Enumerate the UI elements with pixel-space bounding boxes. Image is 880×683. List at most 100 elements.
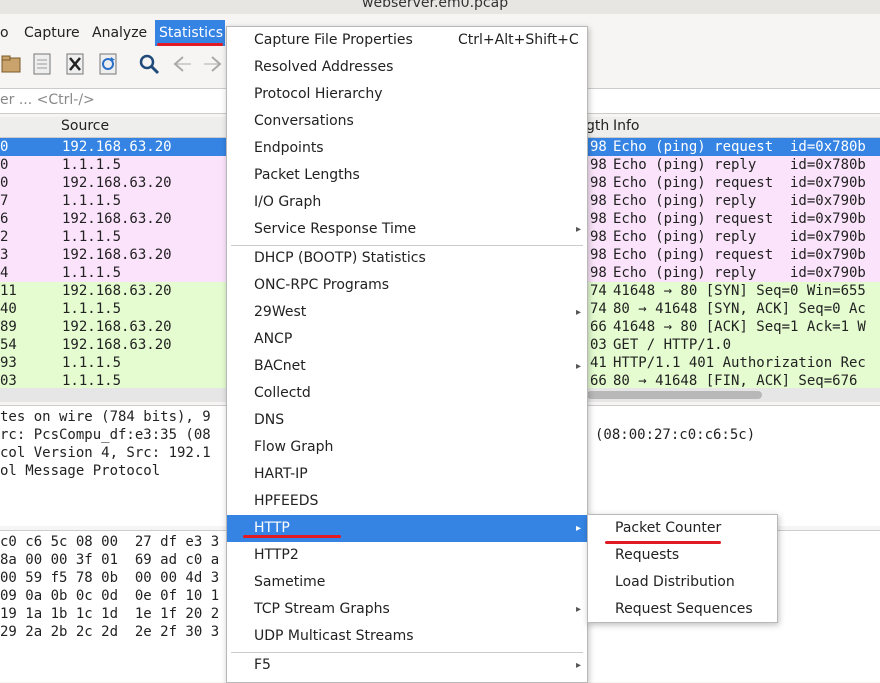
packet-number: 93 [0, 355, 17, 371]
menu-item-tcp-stream-graphs[interactable]: TCP Stream Graphs ▸ [227, 596, 587, 623]
menu-item-resolved-addresses[interactable]: Resolved Addresses [227, 54, 587, 81]
submenu-item-packet-counter[interactable]: Packet Counter [588, 515, 777, 542]
submenu-item-requests[interactable]: Requests [588, 542, 777, 569]
menu-item-label: HART-IP [254, 466, 308, 482]
packet-info: Echo (ping) reply id=0x790b [613, 229, 866, 245]
packet-source: 192.168.63.20 [62, 319, 172, 335]
packet-info: Echo (ping) request id=0x780b [613, 139, 866, 155]
detail-ip[interactable]: col Version 4, Src: 192.1 [0, 444, 211, 462]
column-header-source[interactable]: Source [61, 118, 109, 134]
menu-item-http2[interactable]: HTTP2 [227, 542, 587, 569]
menu-item-protocol-hierarchy[interactable]: Protocol Hierarchy [227, 81, 587, 108]
menu-item-bacnet[interactable]: BACnet ▸ [227, 353, 587, 380]
submenu-item-load-distribution[interactable]: Load Distribution [588, 569, 777, 596]
column-header-length[interactable]: gth [586, 118, 609, 134]
packet-length: 03 [590, 337, 607, 353]
bytes-line: 8a 00 00 3f 01 69 ad c0 a [0, 552, 220, 568]
menu-item-label: Resolved Addresses [254, 59, 394, 75]
detail-icmp[interactable]: ol Message Protocol [0, 462, 160, 480]
menu-item-packet-lengths[interactable]: Packet Lengths [227, 162, 587, 189]
packet-source: 192.168.63.20 [62, 211, 172, 227]
detail-ethernet[interactable]: rc: PcsCompu_df:e3:35 (08 [0, 426, 211, 444]
detail-frame[interactable]: tes on wire (784 bits), 9 [0, 408, 211, 426]
menu-item-endpoints[interactable]: Endpoints [227, 135, 587, 162]
open-file-icon[interactable] [0, 52, 24, 76]
menu-item-label: DHCP (BOOTP) Statistics [254, 250, 426, 266]
packet-info: Echo (ping) reply id=0x790b [613, 193, 866, 209]
menu-item-label: DNS [254, 412, 285, 428]
packet-source: 1.1.1.5 [62, 265, 122, 281]
bytes-line: 19 1a 1b 1c 1d 1e 1f 20 2 [0, 606, 220, 622]
save-file-icon[interactable] [30, 52, 54, 76]
bytes-line: 00 59 f5 78 0b 00 00 4d 3 [0, 570, 220, 586]
menu-item-collectd[interactable]: Collectd [227, 380, 587, 407]
submenu-arrow-icon: ▸ [575, 307, 581, 318]
menu-item-ancp[interactable]: ANCP [227, 326, 587, 353]
submenu-arrow-icon: ▸ [575, 361, 581, 372]
packet-length: 41 [590, 355, 607, 371]
packet-length: 98 [590, 247, 607, 263]
packet-length: 98 [590, 157, 607, 173]
packet-length: 98 [590, 265, 607, 281]
menu-item-label: 29West [254, 304, 307, 320]
go-forward-icon[interactable] [202, 52, 226, 76]
annotation-underline-packet-counter [605, 541, 721, 544]
packet-info: Echo (ping) request id=0x790b [613, 247, 866, 263]
menu-item-label: Sametime [254, 574, 326, 590]
menu-item-shortcut: Ctrl+Alt+Shift+C [458, 32, 579, 48]
menu-item-hpfeeds[interactable]: HPFEEDS [227, 488, 587, 515]
menu-analyze[interactable]: Analyze [92, 20, 147, 46]
column-header-info[interactable]: Info [613, 118, 640, 134]
packet-number: 2 [0, 229, 9, 245]
find-packet-icon[interactable] [137, 52, 161, 76]
packet-info: HTTP/1.1 401 Authorization Rec [613, 355, 866, 371]
menu-item-f5[interactable]: F5 ▸ [227, 652, 587, 679]
scrollbar-thumb[interactable] [587, 391, 762, 399]
packet-source: 1.1.1.5 [62, 229, 122, 245]
menu-go[interactable]: o [0, 20, 9, 46]
http-submenu: Packet Counter Requests Load Distribution R… [587, 514, 778, 623]
packet-number: 54 [0, 337, 17, 353]
submenu-arrow-icon: ▸ [575, 604, 581, 615]
menu-item-label: Collectd [254, 385, 311, 401]
close-file-icon[interactable] [63, 52, 87, 76]
packet-source: 1.1.1.5 [62, 355, 122, 371]
go-back-icon[interactable] [169, 52, 193, 76]
packet-length: 66 [590, 319, 607, 335]
menu-item-service-response-time[interactable]: Service Response Time ▸ [227, 216, 587, 243]
packet-source: 1.1.1.5 [62, 193, 122, 209]
reload-icon[interactable] [96, 52, 120, 76]
menu-item-hart-ip[interactable]: HART-IP [227, 461, 587, 488]
packet-source: 192.168.63.20 [62, 139, 172, 155]
menu-item-i-o-graph[interactable]: I/O Graph [227, 189, 587, 216]
menu-item-udp-multicast-streams[interactable]: UDP Multicast Streams [227, 623, 587, 650]
packet-number: 3 [0, 247, 9, 263]
submenu-item-label: Request Sequences [615, 601, 753, 617]
menu-item-dns[interactable]: DNS [227, 407, 587, 434]
statistics-menu: Capture File Properties Ctrl+Alt+Shift+C R… [226, 26, 588, 683]
menu-item-label: Conversations [254, 113, 354, 129]
display-filter-placeholder: er ... <Ctrl-/> [0, 92, 95, 108]
packet-length: 98 [590, 175, 607, 191]
packet-source: 1.1.1.5 [62, 301, 122, 317]
menu-item-label: HTTP2 [254, 547, 299, 563]
packet-number: 0 [0, 157, 9, 173]
menu-item-dhcp-bootp-statistics[interactable]: DHCP (BOOTP) Statistics [227, 245, 587, 272]
menu-item-29west[interactable]: 29West ▸ [227, 299, 587, 326]
submenu-item-request-sequences[interactable]: Request Sequences [588, 596, 777, 623]
packet-info: Echo (ping) request id=0x790b [613, 211, 866, 227]
packet-number: 89 [0, 319, 17, 335]
menu-item-label: I/O Graph [254, 194, 322, 210]
packet-source: 192.168.63.20 [62, 283, 172, 299]
menu-capture[interactable]: Capture [24, 20, 80, 46]
menu-item-conversations[interactable]: Conversations [227, 108, 587, 135]
menu-item-onc-rpc-programs[interactable]: ONC-RPC Programs [227, 272, 587, 299]
menu-item-label: Protocol Hierarchy [254, 86, 383, 102]
menu-item-sametime[interactable]: Sametime [227, 569, 587, 596]
packet-info: Echo (ping) reply id=0x780b [613, 157, 866, 173]
menu-item-label: UDP Multicast Streams [254, 628, 414, 644]
packet-source: 192.168.63.20 [62, 337, 172, 353]
packet-number: 6 [0, 211, 9, 227]
menu-item-capture-file-properties[interactable]: Capture File Properties Ctrl+Alt+Shift+C [227, 27, 587, 54]
menu-item-flow-graph[interactable]: Flow Graph [227, 434, 587, 461]
